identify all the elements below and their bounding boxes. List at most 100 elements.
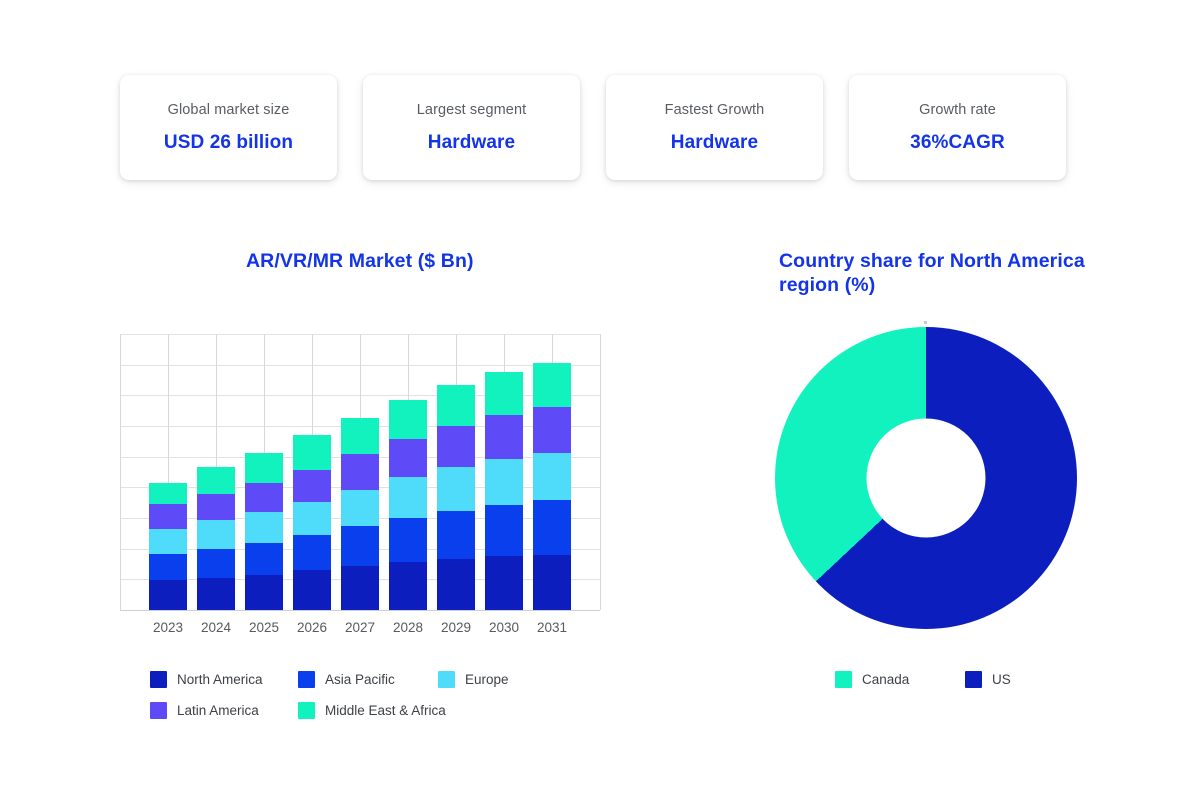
donut-chart-legend: Canada US bbox=[835, 671, 1085, 688]
bar-segment bbox=[149, 554, 187, 580]
bar-segment bbox=[437, 511, 475, 559]
bar-segment bbox=[149, 580, 187, 610]
legend-label: Canada bbox=[862, 672, 909, 687]
bar-segment bbox=[341, 418, 379, 455]
legend-swatch-icon bbox=[150, 702, 167, 719]
bar-2031[interactable] bbox=[533, 363, 571, 610]
x-axis-label: 2031 bbox=[528, 620, 576, 635]
bar-segment bbox=[197, 494, 235, 521]
bar-segment bbox=[197, 520, 235, 548]
bar-segment bbox=[437, 385, 475, 426]
donut-top-tick-icon bbox=[924, 321, 927, 324]
bar-2023[interactable] bbox=[149, 483, 187, 610]
bar-segment bbox=[389, 477, 427, 518]
bar-segment bbox=[533, 500, 571, 554]
legend-item-middle-east-africa[interactable]: Middle East & Africa bbox=[298, 702, 438, 719]
bar-segment bbox=[485, 556, 523, 610]
bar-2024[interactable] bbox=[197, 467, 235, 610]
bar-segment bbox=[293, 435, 331, 470]
bar-segment bbox=[533, 555, 571, 610]
bar-segment bbox=[245, 453, 283, 483]
bar-chart-bars bbox=[120, 334, 600, 610]
legend-item-north-america[interactable]: North America bbox=[150, 671, 298, 688]
bar-segment bbox=[389, 439, 427, 477]
legend-swatch-icon bbox=[150, 671, 167, 688]
bar-segment bbox=[389, 518, 427, 562]
bar-2029[interactable] bbox=[437, 385, 475, 610]
kpi-card-global-market-size: Global market size USD 26 billion bbox=[120, 75, 337, 180]
legend-label: Latin America bbox=[177, 703, 259, 718]
bar-2027[interactable] bbox=[341, 418, 379, 610]
donut-center-hole bbox=[867, 419, 986, 538]
bar-segment bbox=[437, 467, 475, 511]
bar-segment bbox=[533, 453, 571, 501]
legend-item-asia-pacific[interactable]: Asia Pacific bbox=[298, 671, 438, 688]
bar-segment bbox=[341, 490, 379, 527]
kpi-value: Hardware bbox=[428, 132, 515, 154]
bar-2025[interactable] bbox=[245, 453, 283, 610]
bar-2026[interactable] bbox=[293, 435, 331, 610]
gridline-vertical bbox=[600, 334, 601, 610]
bar-segment bbox=[149, 504, 187, 529]
legend-item-us[interactable]: US bbox=[965, 671, 1011, 688]
bar-segment bbox=[485, 505, 523, 556]
donut-chart bbox=[775, 327, 1077, 629]
kpi-value: USD 26 billion bbox=[164, 132, 293, 154]
bar-segment bbox=[197, 578, 235, 610]
bar-segment bbox=[389, 400, 427, 439]
bar-chart-plot-area bbox=[120, 334, 600, 610]
legend-label: Middle East & Africa bbox=[325, 703, 446, 718]
kpi-label: Global market size bbox=[168, 102, 290, 118]
legend-label: US bbox=[992, 672, 1011, 687]
bar-segment bbox=[197, 467, 235, 493]
bar-segment bbox=[245, 543, 283, 575]
kpi-card-row: Global market size USD 26 billion Larges… bbox=[120, 75, 1080, 180]
kpi-label: Growth rate bbox=[919, 102, 996, 118]
kpi-card-largest-segment: Largest segment Hardware bbox=[363, 75, 580, 180]
bar-segment bbox=[149, 483, 187, 504]
bar-segment bbox=[245, 483, 283, 512]
legend-swatch-icon bbox=[965, 671, 982, 688]
bar-segment bbox=[293, 535, 331, 570]
legend-swatch-icon bbox=[298, 671, 315, 688]
bar-segment bbox=[485, 415, 523, 459]
bar-segment bbox=[245, 575, 283, 610]
bar-chart-x-axis-labels: 202320242025202620272028202920302031 bbox=[120, 620, 600, 640]
bar-segment bbox=[389, 562, 427, 610]
bar-chart-legend: North America Asia Pacific Europe Latin Ame… bbox=[150, 671, 580, 719]
legend-item-canada[interactable]: Canada bbox=[835, 671, 965, 688]
x-axis-label: 2026 bbox=[288, 620, 336, 635]
bar-segment bbox=[437, 426, 475, 467]
x-axis-label: 2028 bbox=[384, 620, 432, 635]
legend-swatch-icon bbox=[298, 702, 315, 719]
kpi-label: Fastest Growth bbox=[665, 102, 765, 118]
x-axis-label: 2025 bbox=[240, 620, 288, 635]
legend-label: Asia Pacific bbox=[325, 672, 395, 687]
bar-segment bbox=[533, 407, 571, 453]
bar-segment bbox=[293, 470, 331, 502]
kpi-label: Largest segment bbox=[417, 102, 527, 118]
legend-label: Europe bbox=[465, 672, 509, 687]
x-axis-label: 2029 bbox=[432, 620, 480, 635]
kpi-value: Hardware bbox=[671, 132, 758, 154]
bar-segment bbox=[245, 512, 283, 543]
donut-chart-title: Country share for North America region (… bbox=[779, 249, 1089, 297]
bar-2028[interactable] bbox=[389, 400, 427, 610]
x-axis-label: 2030 bbox=[480, 620, 528, 635]
bar-segment bbox=[149, 529, 187, 554]
bar-segment bbox=[485, 372, 523, 415]
legend-swatch-icon bbox=[438, 671, 455, 688]
bar-2030[interactable] bbox=[485, 372, 523, 610]
kpi-value: 36%CAGR bbox=[910, 132, 1005, 154]
legend-label: North America bbox=[177, 672, 263, 687]
bar-segment bbox=[485, 459, 523, 505]
bar-segment bbox=[197, 549, 235, 578]
legend-item-europe[interactable]: Europe bbox=[438, 671, 568, 688]
bar-chart-title: AR/VR/MR Market ($ Bn) bbox=[246, 249, 474, 273]
kpi-card-fastest-growth: Fastest Growth Hardware bbox=[606, 75, 823, 180]
kpi-card-growth-rate: Growth rate 36%CAGR bbox=[849, 75, 1066, 180]
x-axis-label: 2027 bbox=[336, 620, 384, 635]
bar-segment bbox=[293, 502, 331, 535]
x-axis-label: 2023 bbox=[144, 620, 192, 635]
legend-item-latin-america[interactable]: Latin America bbox=[150, 702, 298, 719]
